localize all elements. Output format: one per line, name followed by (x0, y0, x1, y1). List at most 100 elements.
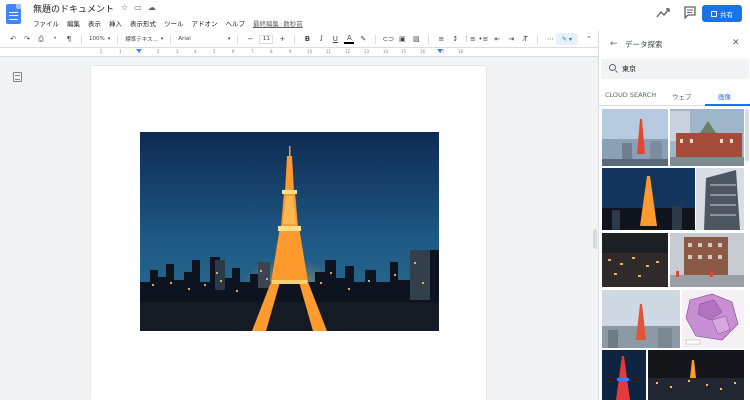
explore-panel: ← データ探索 ✕ CLOUD SEARCH ウェブ 画像 (598, 31, 750, 400)
share-label: 共有 (720, 10, 733, 19)
italic-button[interactable]: I (316, 34, 326, 44)
document-page[interactable] (91, 66, 486, 400)
image-result[interactable] (602, 350, 646, 400)
ruler-tick: 18 (458, 49, 464, 54)
menu-help[interactable]: ヘルプ (226, 18, 246, 28)
image-results (599, 107, 744, 400)
tab-images[interactable]: 画像 (718, 91, 731, 101)
toolbar: ↶ ↷ ⎙ ᵃ ¶ 100% ▾ 標準テキス... ▾ Arial ▾ − 11 + … (0, 31, 598, 48)
image-result[interactable] (602, 109, 668, 166)
ruler-tick: 16 (420, 49, 426, 54)
image-result[interactable] (602, 290, 680, 348)
image-result[interactable] (670, 109, 744, 166)
decrease-indent-icon[interactable]: ⇤ (492, 34, 502, 44)
google-docs-app: 無題のドキュメント ☆ ▭ ☁ ファイル 編集 表示 挿入 表示形式 ツール ア… (0, 0, 750, 400)
menu-file[interactable]: ファイル (33, 18, 59, 28)
style-select[interactable]: 標準テキス... ▾ (125, 35, 163, 43)
document-outline-icon[interactable] (13, 72, 22, 82)
increase-indent-icon[interactable]: ⇥ (506, 34, 516, 44)
add-comment-icon[interactable]: ▣ (397, 34, 407, 44)
editing-mode-button[interactable]: ✎ ▾ (556, 33, 578, 45)
image-result[interactable] (682, 290, 744, 348)
image-result[interactable] (602, 168, 695, 230)
tab-web[interactable]: ウェブ (672, 91, 692, 101)
ruler-tick: 2 (157, 49, 160, 54)
print-icon[interactable]: ⎙ (36, 34, 46, 44)
ruler-tick: 8 (270, 49, 273, 54)
folder-icon[interactable]: ▭ (134, 3, 142, 12)
ruler-tick: 12 (345, 49, 351, 54)
explore-tabs: CLOUD SEARCH ウェブ 画像 (599, 86, 750, 106)
ruler-track: 2 1 1 2 3 4 5 6 7 8 9 10 11 12 13 14 15 16 17 18 (91, 49, 486, 56)
more-icon[interactable]: ⋯ (545, 34, 555, 44)
menubar: ファイル 編集 表示 挿入 表示形式 ツール アドオン ヘルプ 最終編集: 数秒… (33, 18, 303, 28)
title-icons: ☆ ▭ ☁ (121, 3, 156, 12)
ruler-tick: 4 (194, 49, 197, 54)
header: 無題のドキュメント ☆ ▭ ☁ ファイル 編集 表示 挿入 表示形式 ツール ア… (0, 0, 750, 31)
explore-scrollbar[interactable] (744, 107, 750, 400)
comment-icon[interactable] (683, 5, 697, 19)
close-icon[interactable]: ✕ (732, 38, 740, 48)
explore-search (601, 59, 749, 79)
ruler-tick: 5 (213, 49, 216, 54)
decrease-font-icon[interactable]: − (245, 34, 255, 44)
clear-format-icon[interactable]: T̸ (520, 34, 530, 44)
undo-icon[interactable]: ↶ (8, 34, 18, 44)
search-input[interactable] (622, 63, 742, 75)
left-indent-marker[interactable] (136, 49, 142, 53)
line-spacing-icon[interactable]: ↕ (450, 34, 460, 44)
back-arrow-icon[interactable]: ← (610, 39, 620, 49)
collapse-icon[interactable]: ⌃ (584, 34, 594, 44)
document-title[interactable]: 無題のドキュメント (33, 2, 114, 15)
font-size-input[interactable]: 11 (259, 34, 274, 44)
tokyo-tower-image[interactable] (140, 132, 439, 331)
numbered-list-icon[interactable]: ⋮≡ (463, 34, 476, 44)
menu-format[interactable]: 表示形式 (130, 18, 156, 28)
insert-image-icon[interactable]: ▨ (411, 34, 421, 44)
menu-tools[interactable]: ツール (164, 18, 184, 28)
lock-icon (711, 10, 717, 17)
last-edit-link[interactable]: 最終編集: 数秒前 (253, 18, 303, 28)
redo-icon[interactable]: ↷ (22, 34, 32, 44)
ruler-tick: 15 (401, 49, 407, 54)
font-select[interactable]: Arial ▾ (178, 36, 230, 42)
increase-font-icon[interactable]: + (277, 34, 287, 44)
share-button[interactable]: 共有 (702, 5, 742, 22)
menu-edit[interactable]: 編集 (67, 18, 80, 28)
ruler-tick: 14 (383, 49, 389, 54)
search-icon (609, 64, 616, 71)
highlight-icon[interactable]: ✎ (358, 34, 368, 44)
chevron-down-icon: ▾ (107, 36, 111, 42)
bold-button[interactable]: B (302, 34, 312, 44)
cloud-icon[interactable]: ☁ (148, 3, 156, 12)
tab-cloud-search[interactable]: CLOUD SEARCH (605, 91, 656, 99)
text-color-button[interactable]: A (344, 34, 355, 44)
image-result[interactable] (648, 350, 744, 400)
ruler: 2 1 1 2 3 4 5 6 7 8 9 10 11 12 13 14 15 16 17 18 (0, 48, 598, 57)
zoom-select[interactable]: 100% ▾ (89, 36, 110, 42)
trend-icon[interactable] (656, 6, 670, 20)
ruler-tick: 3 (176, 49, 179, 54)
image-result[interactable] (602, 233, 668, 287)
ruler-tick: 11 (326, 49, 332, 54)
menu-addons[interactable]: アドオン (192, 18, 218, 28)
link-icon[interactable]: ⊂⊃ (383, 34, 395, 44)
chevron-down-icon: ▾ (227, 36, 231, 42)
explore-title: データ探索 (625, 40, 663, 49)
ruler-tick: 9 (289, 49, 292, 54)
underline-button[interactable]: U (330, 34, 340, 44)
chevron-down-icon: ▾ (569, 35, 573, 43)
align-icon[interactable]: ≡ (436, 34, 446, 44)
image-result[interactable] (670, 233, 744, 287)
document-canvas (0, 57, 598, 400)
star-icon[interactable]: ☆ (121, 3, 128, 12)
docs-logo-icon[interactable] (6, 4, 21, 24)
right-indent-marker[interactable] (437, 49, 443, 53)
paint-format-icon[interactable]: ¶ (64, 34, 74, 44)
menu-view[interactable]: 表示 (88, 18, 101, 28)
bulleted-list-icon[interactable]: •≡ (478, 34, 488, 44)
spellcheck-icon[interactable]: ᵃ (50, 34, 60, 44)
chevron-down-icon: ▾ (160, 36, 164, 42)
image-result[interactable] (696, 168, 744, 230)
menu-insert[interactable]: 挿入 (109, 18, 122, 28)
